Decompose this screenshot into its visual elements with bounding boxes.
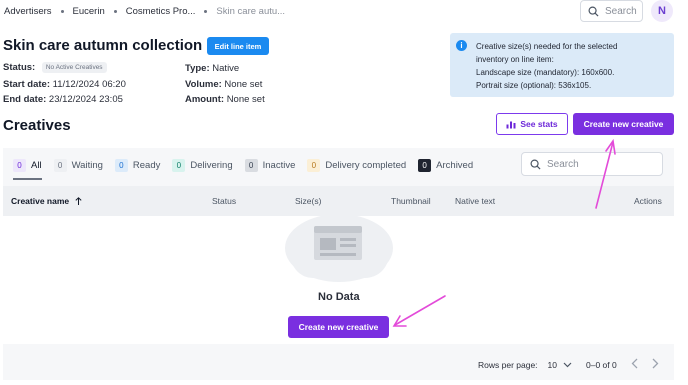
volume-value: None set: [224, 79, 263, 90]
tab-waiting[interactable]: 0 Waiting: [53, 158, 103, 178]
tab-count: 0: [114, 159, 128, 172]
amount-row: Amount: None set: [185, 94, 265, 105]
tab-label: Waiting: [71, 160, 103, 171]
tab-label: Archived: [436, 160, 474, 171]
breadcrumb-advertisers[interactable]: Advertisers: [4, 6, 52, 17]
global-search-input[interactable]: Search: [580, 0, 643, 22]
tab-count: 0: [307, 159, 321, 172]
pagination: Rows per page: 10 0–0 of 0: [478, 360, 617, 370]
tab-ready[interactable]: 0 Ready: [114, 158, 161, 178]
info-line: Portrait size (optional): 536x105.: [476, 81, 592, 90]
info-icon: i: [456, 40, 467, 51]
status-tabs: 0 All 0 Waiting 0 Ready 0 Delivering 0 Inacti…: [13, 158, 485, 180]
type-value: Native: [212, 63, 240, 74]
start-date-value: 11/12/2024 06:20: [52, 79, 126, 90]
start-date-label: Start date:: [3, 79, 50, 90]
column-creative-name-label: Creative name: [11, 196, 70, 206]
creative-size-info: Creative size(s) needed for the selected…: [450, 33, 674, 97]
column-actions: Actions: [634, 196, 662, 206]
status-label: Status:: [3, 62, 36, 74]
tab-label: All: [31, 160, 42, 171]
rows-per-page-select[interactable]: 10: [548, 360, 572, 370]
tab-delivery-completed[interactable]: 0 Delivery completed: [307, 158, 406, 178]
chevron-down-icon: [563, 362, 572, 368]
column-status[interactable]: Status: [212, 196, 236, 206]
user-avatar[interactable]: N: [651, 0, 673, 22]
edit-line-item-button[interactable]: Edit line item: [207, 37, 269, 55]
see-stats-button[interactable]: See stats: [496, 113, 568, 135]
amount-value: None set: [226, 94, 265, 105]
pagination-range: 0–0 of 0: [586, 360, 617, 370]
column-creative-name[interactable]: Creative name: [11, 196, 82, 206]
next-page-icon[interactable]: [651, 358, 659, 369]
search-icon: [530, 159, 541, 170]
sort-ascending-icon: [74, 197, 82, 205]
tab-label: Delivering: [190, 160, 233, 171]
tab-count: 0: [244, 159, 258, 172]
end-date-label: End date:: [3, 94, 47, 105]
tab-count: 0: [53, 159, 67, 172]
info-line: inventory on line item:: [476, 55, 554, 64]
creatives-search-input[interactable]: Search: [521, 152, 663, 176]
end-date-row: End date: 23/12/2024 23:05: [3, 94, 123, 105]
column-thumbnail[interactable]: Thumbnail: [391, 196, 431, 206]
tab-delivering[interactable]: 0 Delivering: [172, 158, 233, 178]
creatives-title: Creatives: [3, 117, 71, 134]
bar-chart-icon: [506, 121, 516, 128]
breadcrumb-current: Skin care autu...: [216, 6, 286, 17]
column-native-text[interactable]: Native text: [455, 196, 495, 206]
create-new-creative-button[interactable]: Create new creative: [573, 113, 674, 135]
breadcrumb-separator: [60, 10, 64, 13]
info-line: Creative size(s) needed for the selected: [476, 42, 618, 51]
breadcrumb: Advertisers Eucerin Cosmetics Pro... Ski…: [4, 6, 285, 17]
tab-archived[interactable]: 0 Archived: [418, 158, 473, 178]
tab-inactive[interactable]: 0 Inactive: [244, 158, 296, 178]
empty-state-illustration: [285, 214, 393, 282]
page-title: Skin care autumn collection: [3, 37, 203, 54]
tab-count: 0: [13, 159, 26, 172]
no-data-text: No Data: [318, 291, 360, 303]
type-label: Type:: [185, 63, 210, 74]
type-row: Type: Native: [185, 63, 239, 74]
tab-count: 0: [418, 159, 432, 172]
status-row: Status: No Active Creatives: [3, 62, 107, 73]
start-date-row: Start date: 11/12/2024 06:20: [3, 79, 126, 90]
pager-controls: [631, 358, 659, 369]
global-search-placeholder: Search: [605, 5, 637, 17]
breadcrumb-separator: [204, 10, 208, 13]
status-badge: No Active Creatives: [41, 62, 107, 73]
info-line: Landscape size (mandatory): 160x600.: [476, 68, 615, 77]
tab-label: Inactive: [262, 160, 296, 171]
search-icon: [588, 6, 599, 17]
amount-label: Amount:: [185, 94, 225, 105]
breadcrumb-advertiser[interactable]: Eucerin: [73, 6, 105, 17]
end-date-value: 23/12/2024 23:05: [48, 94, 123, 105]
rows-per-page-label: Rows per page:: [478, 360, 538, 370]
create-new-creative-empty-button[interactable]: Create new creative: [288, 316, 389, 338]
tab-label: Ready: [132, 160, 161, 171]
breadcrumb-campaign[interactable]: Cosmetics Pro...: [126, 6, 196, 17]
previous-page-icon[interactable]: [631, 358, 639, 369]
breadcrumb-separator: [113, 10, 117, 13]
volume-row: Volume: None set: [185, 79, 262, 90]
tab-all[interactable]: 0 All: [13, 158, 42, 180]
tab-label: Delivery completed: [325, 160, 407, 171]
tab-count: 0: [172, 159, 186, 172]
volume-label: Volume:: [185, 79, 222, 90]
creatives-search-placeholder: Search: [547, 158, 579, 170]
see-stats-label: See stats: [520, 119, 558, 129]
rows-per-page-value: 10: [547, 360, 558, 370]
